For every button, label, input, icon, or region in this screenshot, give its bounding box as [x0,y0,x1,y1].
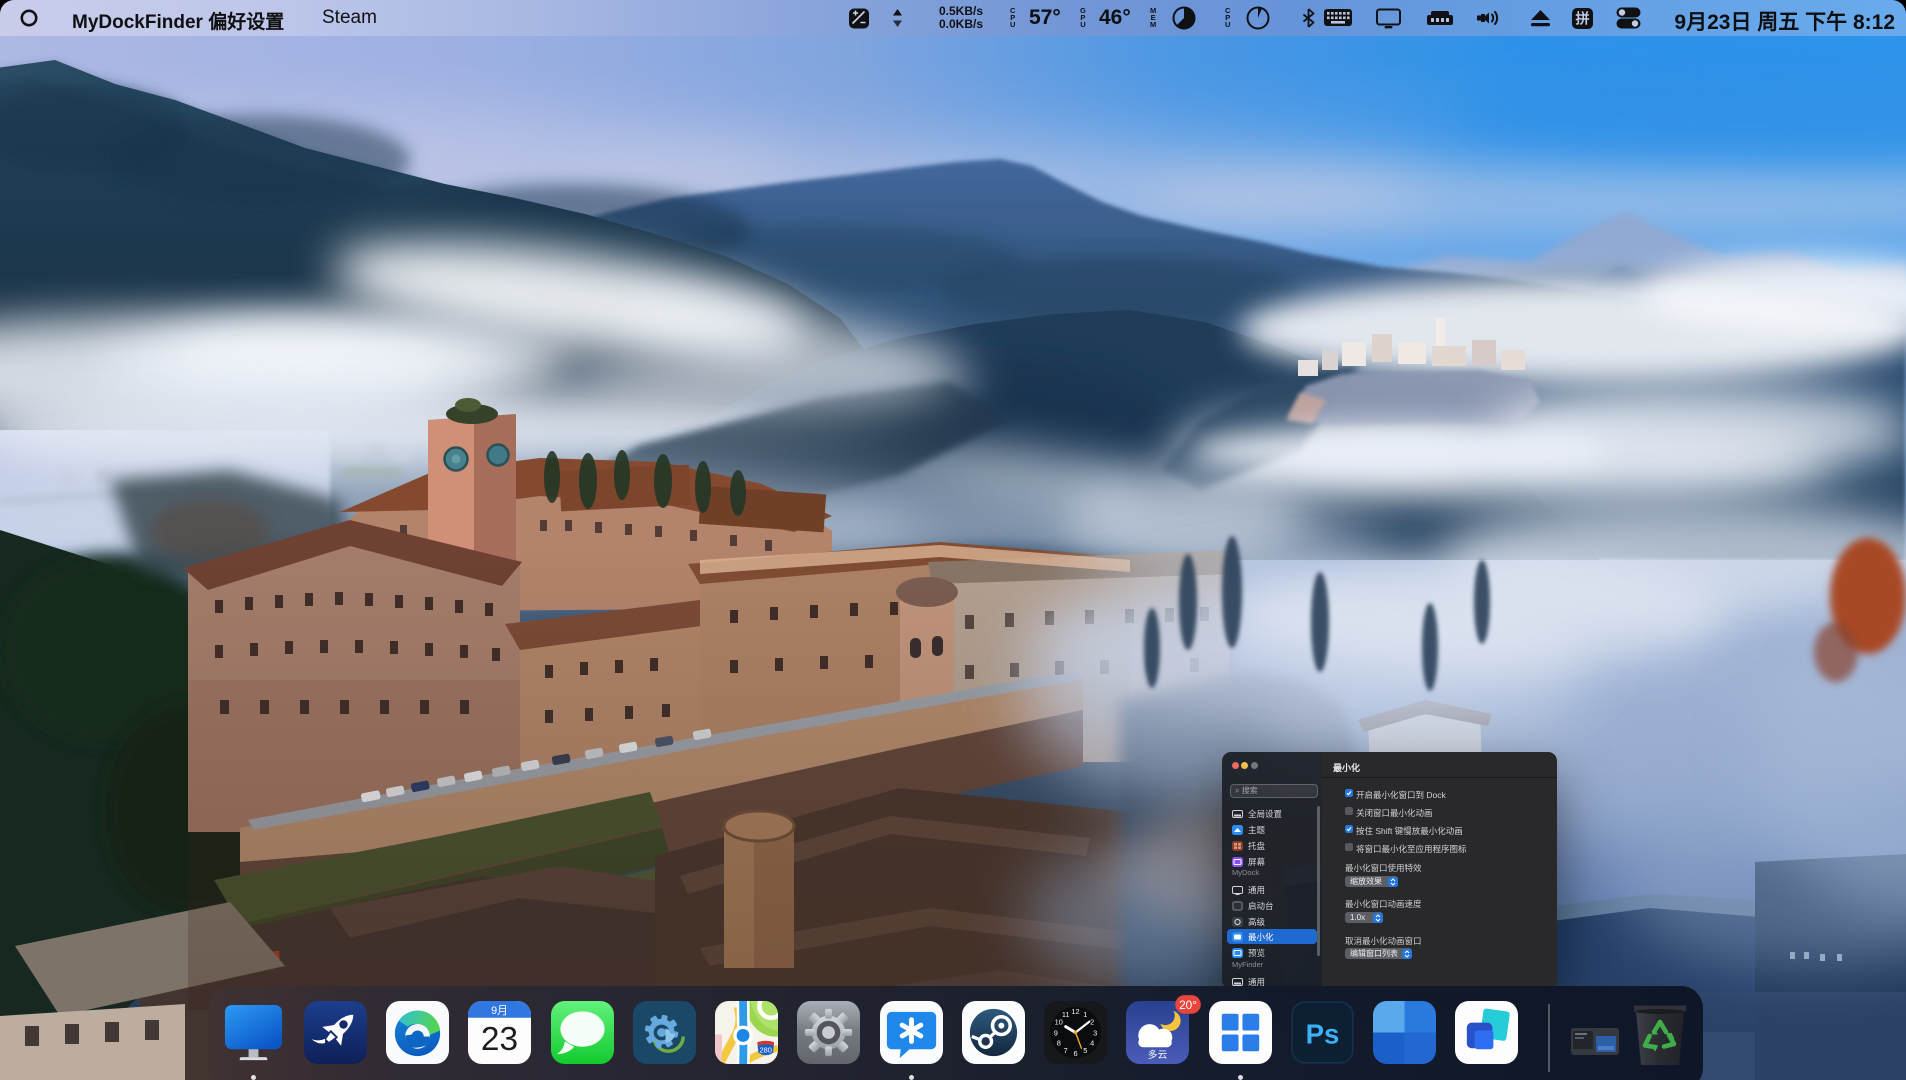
svg-text:多云: 多云 [1148,1048,1168,1061]
svg-text:9: 9 [1054,1028,1058,1037]
svg-text:3: 3 [1093,1028,1097,1037]
svg-text:4: 4 [1090,1038,1094,1047]
svg-text:9月: 9月 [491,1005,508,1017]
svg-text:1: 1 [1083,1010,1087,1019]
svg-text:2: 2 [1090,1018,1094,1027]
svg-text:11: 11 [1062,1010,1070,1019]
svg-text:10: 10 [1055,1018,1063,1027]
svg-text:12: 12 [1071,1007,1079,1016]
svg-text:20°: 20° [1179,998,1197,1012]
svg-text:Ps: Ps [1306,1018,1340,1049]
svg-text:7: 7 [1064,1046,1068,1055]
svg-text:280: 280 [760,1046,772,1055]
svg-text:23: 23 [481,1021,518,1058]
svg-text:8: 8 [1057,1038,1061,1047]
svg-text:5: 5 [1083,1046,1087,1055]
svg-text:拼: 拼 [1576,11,1590,27]
svg-text:6: 6 [1073,1049,1077,1058]
